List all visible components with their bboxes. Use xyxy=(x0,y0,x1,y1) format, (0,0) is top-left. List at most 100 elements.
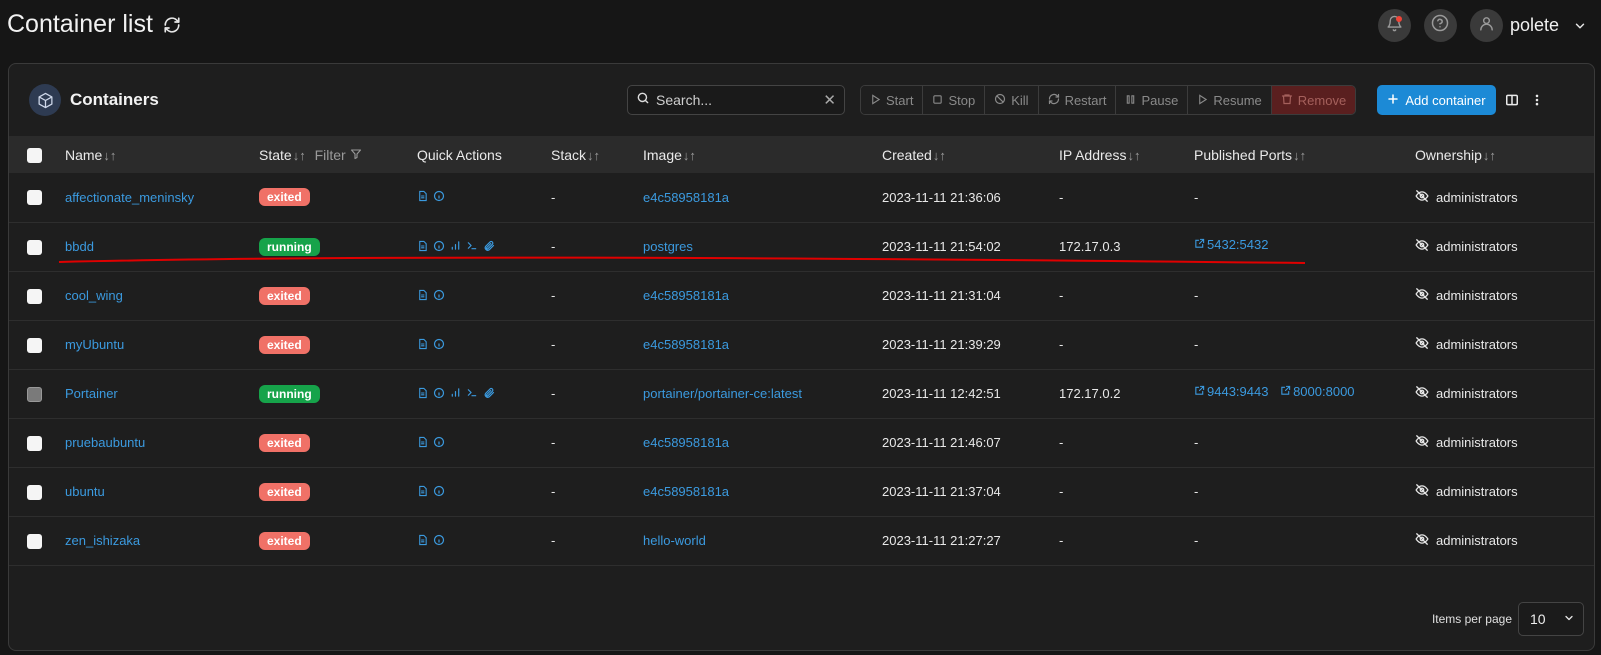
container-name-link[interactable]: ubuntu xyxy=(65,484,105,499)
image-link[interactable]: portainer/portainer-ce:latest xyxy=(643,386,802,401)
kill-button[interactable]: Kill xyxy=(985,86,1039,114)
ip-cell: - xyxy=(1059,435,1064,450)
ownership: administrators xyxy=(1415,287,1518,304)
published-port-link[interactable]: 9443:9443 xyxy=(1194,384,1268,399)
refresh-icon[interactable] xyxy=(163,16,181,34)
items-per-page-select[interactable]: 10 xyxy=(1518,602,1584,636)
info-icon[interactable] xyxy=(433,289,445,301)
image-link[interactable]: postgres xyxy=(643,239,693,254)
info-icon[interactable] xyxy=(433,436,445,448)
attach-icon[interactable] xyxy=(483,240,495,252)
created-cell: 2023-11-11 21:27:27 xyxy=(882,533,1001,548)
ports-cell: - xyxy=(1194,484,1199,499)
plus-icon xyxy=(1387,93,1399,108)
image-link[interactable]: e4c58958181a xyxy=(643,288,729,303)
stack-cell: - xyxy=(551,484,556,499)
remove-button[interactable]: Remove xyxy=(1271,86,1356,114)
row-checkbox[interactable] xyxy=(27,484,42,500)
sort-icon: ↓↑ xyxy=(932,147,946,163)
header-label: Name xyxy=(65,146,103,163)
row-checkbox[interactable] xyxy=(27,337,42,353)
container-name-link[interactable]: Portainer xyxy=(65,386,118,401)
row-checkbox[interactable] xyxy=(27,190,42,206)
column-header-name[interactable]: Name↓↑ xyxy=(65,136,259,173)
resume-button[interactable]: Resume xyxy=(1188,86,1272,114)
console-icon[interactable] xyxy=(466,387,478,398)
info-icon[interactable] xyxy=(433,190,445,202)
published-port-link[interactable]: 8000:8000 xyxy=(1280,384,1355,399)
file-icon[interactable] xyxy=(417,436,428,448)
stats-icon[interactable] xyxy=(450,240,461,251)
container-name-link[interactable]: affectionate_meninsky xyxy=(65,190,194,205)
file-icon[interactable] xyxy=(417,338,428,350)
external-link-icon xyxy=(1280,384,1291,399)
column-header-state[interactable]: State↓↑ Filter xyxy=(259,136,417,173)
row-checkbox[interactable] xyxy=(27,288,42,304)
file-icon[interactable] xyxy=(417,190,428,202)
file-icon[interactable] xyxy=(417,485,428,497)
columns-icon[interactable] xyxy=(1505,93,1519,112)
column-header-image[interactable]: Image↓↑ xyxy=(643,136,882,173)
search-input[interactable] xyxy=(656,92,816,108)
file-icon[interactable] xyxy=(417,289,428,301)
state-filter[interactable]: Filter xyxy=(315,147,362,163)
user-menu[interactable]: polete xyxy=(1469,9,1587,42)
eye-off-icon xyxy=(1415,238,1429,255)
pause-button[interactable]: Pause xyxy=(1116,86,1189,114)
table-header-row: Name↓↑ State↓↑ Filter Quick Actions Stac… xyxy=(9,136,1594,173)
close-icon[interactable]: ✕ xyxy=(823,91,836,109)
column-header-ip[interactable]: IP Address↓↑ xyxy=(1059,136,1194,173)
eye-off-icon xyxy=(1415,434,1429,451)
add-container-button[interactable]: Add container xyxy=(1377,85,1496,115)
ip-cell: - xyxy=(1059,288,1064,303)
column-header-ownership[interactable]: Ownership↓↑ xyxy=(1415,136,1594,173)
notifications-button[interactable] xyxy=(1377,9,1411,42)
published-port-link[interactable]: 5432:5432 xyxy=(1194,237,1268,252)
stats-icon[interactable] xyxy=(450,387,461,398)
info-icon[interactable] xyxy=(433,485,445,497)
container-name-link[interactable]: pruebaubuntu xyxy=(65,435,145,450)
port-label: 9443:9443 xyxy=(1207,384,1269,399)
image-link[interactable]: e4c58958181a xyxy=(643,190,729,205)
info-icon[interactable] xyxy=(433,338,445,350)
column-header-stack[interactable]: Stack↓↑ xyxy=(551,136,643,173)
restart-button[interactable]: Restart xyxy=(1038,86,1117,114)
stack-cell: - xyxy=(551,435,556,450)
file-icon[interactable] xyxy=(417,240,428,252)
container-name-link[interactable]: cool_wing xyxy=(65,288,123,303)
stop-button[interactable]: Stop xyxy=(923,86,986,114)
row-checkbox[interactable] xyxy=(27,435,42,451)
attach-icon[interactable] xyxy=(483,387,495,399)
image-link[interactable]: hello-world xyxy=(643,533,706,548)
containers-table: Name↓↑ State↓↑ Filter Quick Actions Stac… xyxy=(9,136,1594,566)
file-icon[interactable] xyxy=(417,387,428,399)
info-icon[interactable] xyxy=(433,387,445,399)
file-icon[interactable] xyxy=(417,534,428,546)
start-button[interactable]: Start xyxy=(861,86,924,114)
kill-label: Kill xyxy=(1011,92,1029,108)
column-header-created[interactable]: Created↓↑ xyxy=(882,136,1059,173)
notification-dot xyxy=(1395,16,1402,22)
image-link[interactable]: e4c58958181a xyxy=(643,435,729,450)
ownership: administrators xyxy=(1415,385,1518,402)
select-all-checkbox[interactable] xyxy=(27,147,42,163)
container-name-link[interactable]: bbdd xyxy=(65,239,94,254)
pause-label: Pause xyxy=(1141,92,1179,108)
image-link[interactable]: e4c58958181a xyxy=(643,484,729,499)
image-link[interactable]: e4c58958181a xyxy=(643,337,729,352)
info-icon[interactable] xyxy=(433,534,445,546)
row-checkbox[interactable] xyxy=(27,533,42,549)
container-name-link[interactable]: zen_ishizaka xyxy=(65,533,140,548)
ownership-label: administrators xyxy=(1436,484,1518,499)
console-icon[interactable] xyxy=(466,240,478,251)
filter-icon xyxy=(350,147,362,163)
quick-actions xyxy=(417,190,445,202)
info-icon[interactable] xyxy=(433,240,445,252)
more-vertical-icon[interactable] xyxy=(1530,93,1544,112)
column-header-ports[interactable]: Published Ports↓↑ xyxy=(1194,136,1415,173)
help-button[interactable] xyxy=(1423,9,1457,42)
port-label: 8000:8000 xyxy=(1293,384,1355,399)
row-checkbox[interactable] xyxy=(27,239,42,255)
container-name-link[interactable]: myUbuntu xyxy=(65,337,124,352)
ban-icon xyxy=(994,93,1006,108)
